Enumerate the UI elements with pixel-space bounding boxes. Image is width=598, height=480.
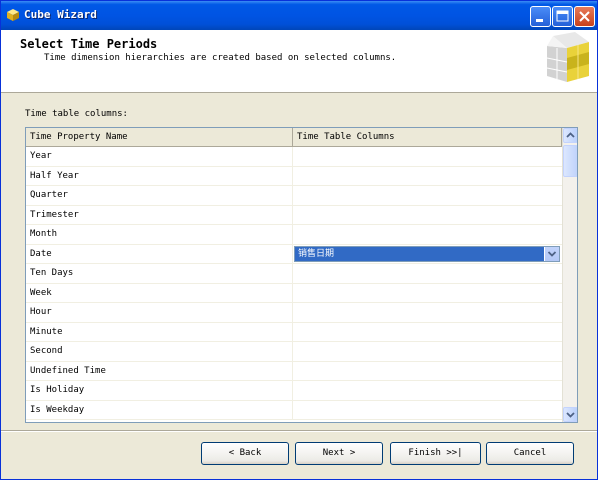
selected-column-value: 销售日期 (298, 248, 335, 259)
time-property-name-cell: Minute (26, 322, 293, 342)
time-property-name-cell: Is Weekday (26, 400, 293, 420)
cube-icon (546, 32, 589, 82)
table-row[interactable]: Week (26, 283, 562, 303)
chevron-down-icon (547, 250, 557, 257)
minimize-button[interactable] (530, 6, 551, 27)
table-row[interactable]: Is Weekday (26, 400, 562, 420)
time-table-column-cell[interactable] (293, 381, 562, 400)
time-table-column-cell[interactable] (293, 284, 562, 303)
time-property-name-cell: Second (26, 342, 293, 361)
table-row[interactable]: Hour (26, 303, 562, 323)
scroll-down-button[interactable] (563, 407, 577, 422)
time-columns-grid: Time Property Name Time Table Columns Ye… (25, 127, 578, 423)
page-title: Select Time Periods (20, 37, 158, 51)
finish-button[interactable]: Finish >>| (390, 442, 481, 465)
time-property-name-cell: Year (26, 147, 293, 166)
table-row[interactable]: Ten Days (26, 264, 562, 284)
table-row[interactable]: Is Holiday (26, 381, 562, 401)
dropdown-button[interactable] (544, 246, 559, 261)
maximize-icon (556, 10, 569, 22)
cube-wizard-window: Cube Wizard Select Time Periods Time dim… (0, 0, 598, 480)
time-property-name-cell: Month (26, 225, 293, 244)
next-button[interactable]: Next > (295, 442, 383, 465)
time-property-name-cell: Quarter (26, 186, 293, 205)
table-row[interactable]: Date 销售日期 (26, 244, 562, 264)
footer-separator (1, 430, 597, 432)
time-property-name-cell: Week (26, 283, 293, 303)
cube-icon (7, 9, 19, 21)
time-table-column-cell[interactable] (293, 362, 562, 381)
time-property-name-cell: Date (26, 244, 293, 264)
grid-vertical-scrollbar[interactable] (562, 128, 577, 422)
time-table-column-cell[interactable] (293, 303, 562, 322)
time-table-column-cell[interactable] (293, 147, 562, 166)
time-property-name-cell: Half Year (26, 166, 293, 186)
table-row[interactable]: Trimester (26, 205, 562, 225)
wizard-header: Select Time Periods Time dimension hiera… (1, 30, 597, 93)
cancel-button[interactable]: Cancel (486, 442, 574, 465)
table-row[interactable]: Second (26, 342, 562, 362)
grid-header: Time Property Name Time Table Columns (26, 128, 562, 147)
time-property-name-cell: Ten Days (26, 264, 293, 283)
table-row[interactable]: Quarter (26, 186, 562, 206)
scroll-thumb[interactable] (563, 145, 577, 177)
scroll-up-button[interactable] (563, 128, 577, 143)
time-property-name-cell: Trimester (26, 205, 293, 225)
title-bar[interactable]: Cube Wizard (1, 1, 597, 30)
table-row[interactable]: Undefined Time (26, 361, 562, 381)
time-table-column-cell[interactable] (293, 206, 562, 225)
column-header-time-table-columns[interactable]: Time Table Columns (293, 128, 562, 146)
window-title: Cube Wizard (24, 8, 97, 21)
column-header-time-property-name[interactable]: Time Property Name (26, 128, 293, 146)
time-table-column-cell[interactable] (293, 323, 562, 342)
chevron-down-icon (566, 412, 575, 418)
time-property-name-cell: Hour (26, 303, 293, 322)
table-row[interactable]: Year (26, 147, 562, 167)
time-table-column-cell[interactable] (293, 264, 562, 283)
time-table-column-cell[interactable] (293, 342, 562, 361)
table-row[interactable]: Month (26, 225, 562, 245)
back-button[interactable]: < Back (201, 442, 289, 465)
time-table-column-cell[interactable] (293, 167, 562, 186)
time-property-name-cell: Is Holiday (26, 381, 293, 400)
table-row[interactable]: Half Year (26, 166, 562, 186)
maximize-button[interactable] (552, 6, 573, 27)
time-table-column-select[interactable]: 销售日期 (294, 245, 560, 262)
time-table-column-cell[interactable] (293, 401, 562, 420)
time-property-name-cell: Undefined Time (26, 361, 293, 381)
minimize-icon (536, 19, 543, 22)
page-subtitle: Time dimension hierarchies are created b… (44, 53, 397, 63)
close-button[interactable] (574, 6, 595, 27)
time-table-column-cell[interactable] (293, 225, 562, 244)
chevron-up-icon (566, 132, 575, 138)
grid-rows: Year Half Year Quarter Trimester Month Date 销售… (26, 147, 562, 420)
close-icon (579, 11, 590, 22)
time-table-columns-label: Time table columns: (25, 109, 128, 119)
time-table-column-cell[interactable] (293, 186, 562, 205)
table-row[interactable]: Minute (26, 322, 562, 342)
